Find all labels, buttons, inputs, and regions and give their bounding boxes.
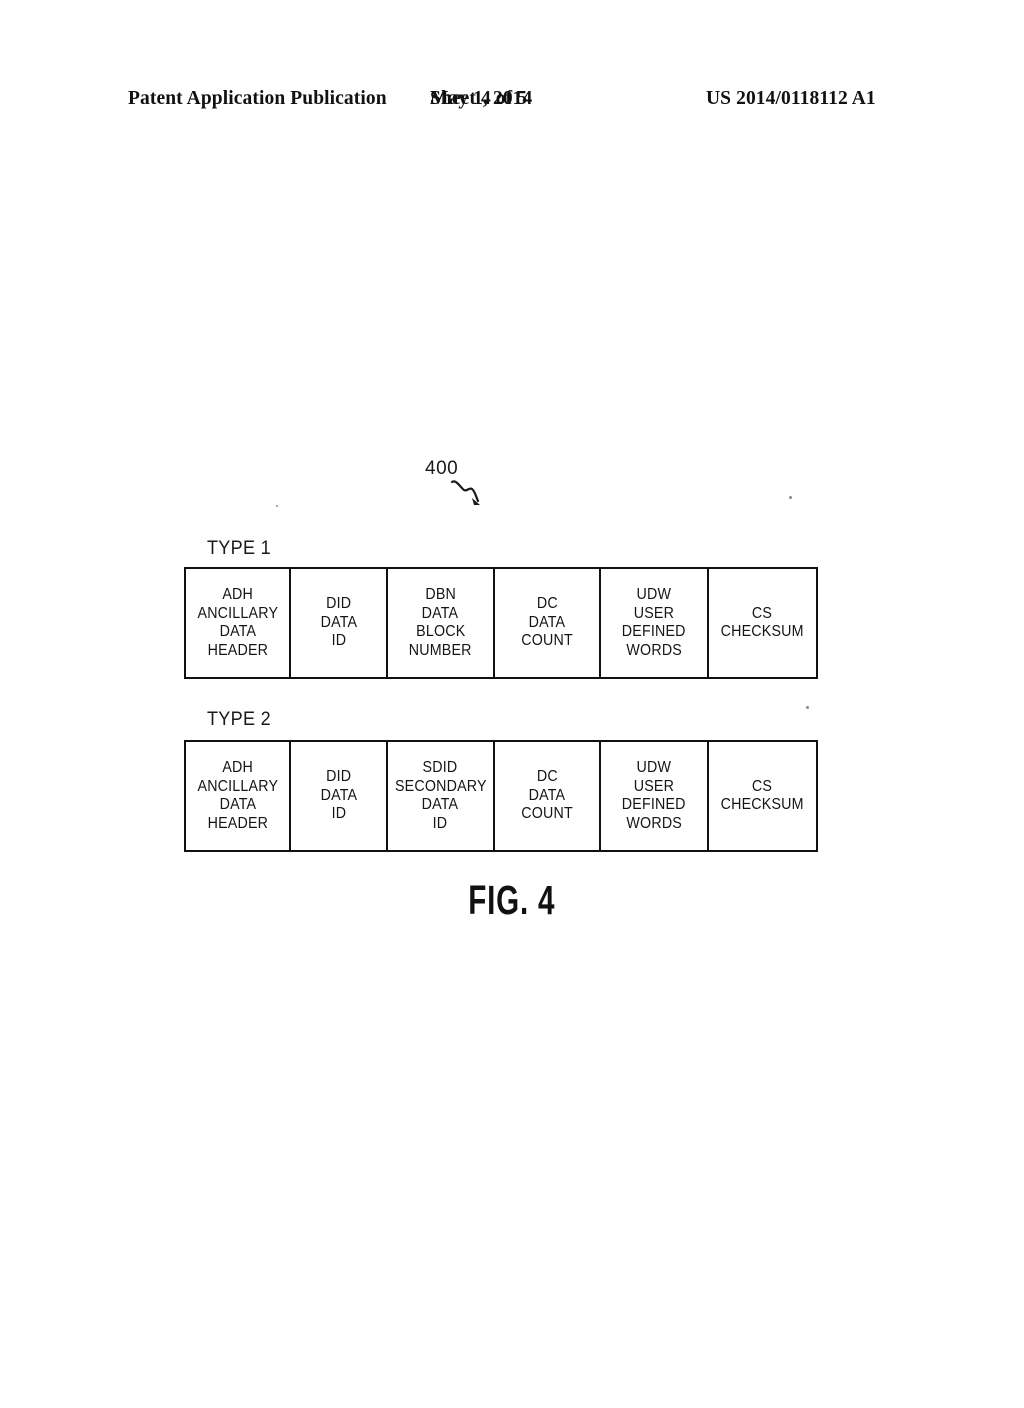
cell-line: ADH xyxy=(222,759,253,776)
cell-line: ID xyxy=(331,805,346,823)
row-label-type-1: TYPE 1 xyxy=(207,538,271,559)
cell-line: DID xyxy=(325,768,352,786)
cell-line: ANCILLARY xyxy=(197,604,278,622)
cell-line: CHECKSUM xyxy=(720,623,804,640)
packet-cell-cs[interactable]: CS CHECKSUM xyxy=(709,742,816,850)
drawing-sheet: 400 TYPE 1 ADH ANCILLARY DATA HEADER DID… xyxy=(0,0,1024,1320)
scan-speck xyxy=(806,706,809,709)
cell-line: NUMBER xyxy=(408,641,472,659)
packet-cell-dbn[interactable]: DBN DATA BLOCK NUMBER xyxy=(388,569,496,677)
cell-line: DATA xyxy=(219,623,256,640)
cell-line: SDID xyxy=(422,759,458,776)
cell-line: DC xyxy=(536,768,558,786)
scan-speck xyxy=(789,496,792,499)
packet-cell-dc[interactable]: DC DATA COUNT xyxy=(495,569,602,677)
cell-line: ID xyxy=(433,814,448,832)
figure-caption-text: FIG. 4 xyxy=(468,878,556,924)
cell-line: CHECKSUM xyxy=(720,796,804,813)
cell-line: USER xyxy=(633,777,675,795)
cell-line: DATA xyxy=(219,796,256,813)
cell-line: HEADER xyxy=(207,814,268,832)
cell-line: DATA xyxy=(528,786,566,804)
packet-cell-dc[interactable]: DC DATA COUNT xyxy=(495,742,602,850)
cell-line: WORDS xyxy=(626,641,682,659)
packet-cell-udw[interactable]: UDW USER DEFINED WORDS xyxy=(601,569,709,677)
cell-line: DC xyxy=(536,595,558,613)
packet-row-type-1: ADH ANCILLARY DATA HEADER DID DATA ID DB… xyxy=(184,567,818,679)
packet-cell-adh[interactable]: ADH ANCILLARY DATA HEADER xyxy=(186,569,292,677)
cell-line: CS xyxy=(752,777,773,795)
cell-line: HEADER xyxy=(207,641,268,659)
cell-line: DATA xyxy=(528,613,566,631)
reference-numeral-400: 400 xyxy=(425,458,459,479)
cell-line: ANCILLARY xyxy=(197,777,278,795)
cell-line: DEFINED xyxy=(622,796,686,813)
packet-cell-adh[interactable]: ADH ANCILLARY DATA HEADER xyxy=(186,742,292,850)
cell-line: COUNT xyxy=(521,632,574,650)
packet-cell-cs[interactable]: CS CHECKSUM xyxy=(709,569,816,677)
packet-cell-did[interactable]: DID DATA ID xyxy=(291,742,388,850)
cell-line: WORDS xyxy=(626,814,682,832)
cell-line: DATA xyxy=(422,796,459,813)
cell-line: ID xyxy=(331,632,346,650)
cell-line: DEFINED xyxy=(622,623,686,640)
cell-line: COUNT xyxy=(521,805,574,823)
packet-cell-sdid[interactable]: SDID SECONDARY DATA ID xyxy=(388,742,496,850)
row-label-type-2: TYPE 2 xyxy=(207,709,271,730)
cell-line: DATA xyxy=(320,786,357,804)
squiggle-arrow-icon xyxy=(450,480,480,505)
cell-line: SECONDARY xyxy=(394,777,487,795)
cell-line: USER xyxy=(633,604,675,622)
packet-cell-did[interactable]: DID DATA ID xyxy=(291,569,388,677)
scan-speck xyxy=(276,505,278,507)
packet-row-type-2: ADH ANCILLARY DATA HEADER DID DATA ID SD… xyxy=(184,740,818,852)
cell-line: UDW xyxy=(636,759,672,776)
packet-cell-udw[interactable]: UDW USER DEFINED WORDS xyxy=(601,742,709,850)
cell-line: DATA xyxy=(422,604,459,622)
figure-caption: FIG. 4 xyxy=(0,878,1024,924)
cell-line: UDW xyxy=(636,586,672,603)
cell-line: DATA xyxy=(320,613,357,631)
cell-line: CS xyxy=(752,604,773,622)
cell-line: DBN xyxy=(425,586,456,603)
cell-line: BLOCK xyxy=(415,623,466,640)
cell-line: ADH xyxy=(222,586,253,603)
cell-line: DID xyxy=(325,595,352,613)
